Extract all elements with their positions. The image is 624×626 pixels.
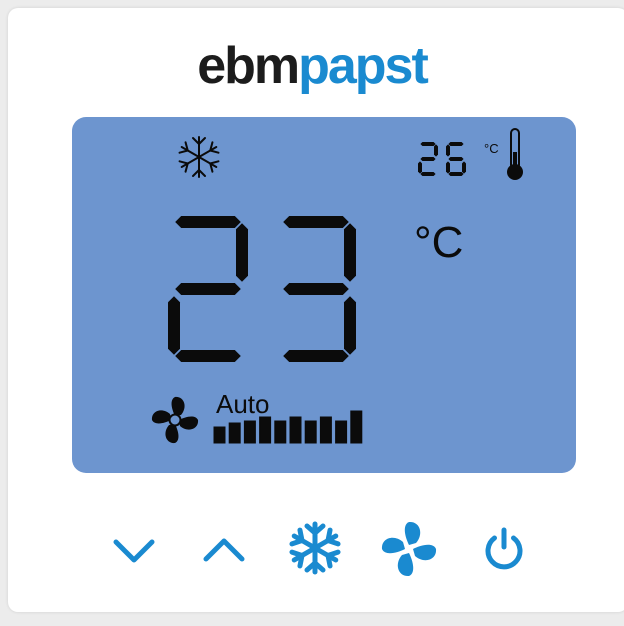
fan-speed-segment <box>304 420 317 444</box>
brand-logo: ebmpapst <box>0 40 624 92</box>
room-temperature-digit-2-segment-f <box>446 144 450 157</box>
brand-logo-part1: ebm <box>197 37 300 95</box>
fan-speed-segment <box>289 416 302 444</box>
room-temperature-digit-1-segment-g <box>420 157 436 161</box>
snowflake-icon <box>177 136 221 178</box>
room-temperature-digit-1-segment-d <box>420 172 436 176</box>
room-temperature-readout <box>418 142 466 176</box>
room-temperature-digit-2-segment-g <box>448 157 464 161</box>
set-temperature-digit-1-segment-a <box>175 216 241 228</box>
chevron-up-icon <box>203 538 245 562</box>
room-temperature-digit-2-segment-a <box>448 142 464 146</box>
power-button[interactable] <box>478 524 530 576</box>
room-temperature-digit-2-segment-d <box>448 172 464 176</box>
fan-button[interactable] <box>378 518 440 580</box>
set-temperature-readout <box>168 216 356 362</box>
fan-speed-segment <box>259 416 272 444</box>
fan-speed-segment <box>335 420 348 444</box>
fan-speed-segment <box>213 426 226 444</box>
room-temperature-unit: °C <box>484 141 499 156</box>
room-temperature-digit-1-segment-a <box>420 142 436 146</box>
thermometer-icon <box>507 128 523 180</box>
increase-button[interactable] <box>198 530 250 570</box>
fan-speed-segment <box>274 420 287 444</box>
fan-speed-bar <box>213 410 363 444</box>
room-temperature-digit-2-segment-c <box>462 161 466 174</box>
set-temperature-digit-2-segment-g <box>283 283 349 295</box>
fan-speed-segment <box>350 410 363 444</box>
snowflake-icon <box>287 521 343 576</box>
set-temperature-digit-2-segment-d <box>283 350 349 362</box>
set-temperature-unit: °C <box>414 218 464 267</box>
fan-speed-segment <box>243 420 256 444</box>
fan-icon <box>381 521 437 577</box>
room-temperature-digit-1-segment-e <box>418 161 422 174</box>
chevron-down-icon <box>113 539 155 563</box>
mode-button[interactable] <box>285 518 345 578</box>
brand-logo-part2: papst <box>298 37 429 95</box>
set-temperature-digit-1-segment-b <box>236 223 248 282</box>
set-temperature-digit-2-segment-b <box>344 223 356 282</box>
fan-icon <box>151 396 199 444</box>
set-temperature-digit-1-segment-e <box>168 296 180 355</box>
set-temperature-digit-2-segment-c <box>344 296 356 355</box>
set-temperature-digit-1-segment-g <box>175 283 241 295</box>
room-temperature-digit-2-segment-e <box>446 161 450 174</box>
fan-speed-segment <box>319 416 332 444</box>
set-temperature-digit-1-segment-d <box>175 350 241 362</box>
fan-speed-segment <box>228 422 241 444</box>
decrease-button[interactable] <box>108 530 160 570</box>
set-temperature-digit-2-segment-a <box>283 216 349 228</box>
room-temperature-digit-1-segment-b <box>434 144 438 157</box>
power-icon <box>485 527 523 570</box>
